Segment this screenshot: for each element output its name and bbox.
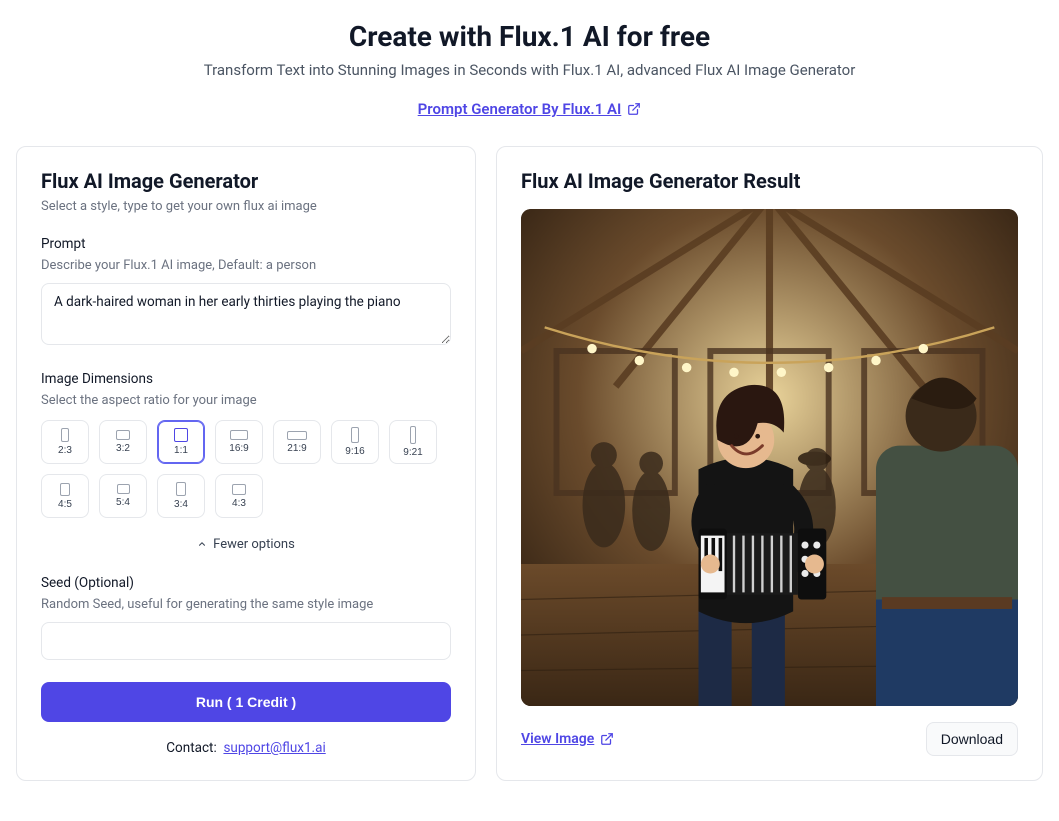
- fewer-options-toggle[interactable]: Fewer options: [197, 537, 295, 552]
- prompt-label: Prompt: [41, 236, 451, 252]
- result-title: Flux AI Image Generator Result: [521, 169, 1018, 193]
- aspect-shape-icon: [117, 484, 130, 494]
- aspect-21-9-tile[interactable]: 21:9: [273, 420, 321, 464]
- result-image: [521, 209, 1018, 706]
- aspect-label: 3:2: [116, 444, 130, 454]
- page-subtitle: Transform Text into Stunning Images in S…: [16, 61, 1043, 79]
- seed-sub: Random Seed, useful for generating the s…: [41, 597, 451, 612]
- aspect-2-3-tile[interactable]: 2:3: [41, 420, 89, 464]
- aspect-3-2-tile[interactable]: 3:2: [99, 420, 147, 464]
- aspect-shape-icon: [174, 428, 188, 442]
- aspect-16-9-tile[interactable]: 16:9: [215, 420, 263, 464]
- aspect-label: 2:3: [58, 446, 72, 456]
- prompt-sub: Describe your Flux.1 AI image, Default: …: [41, 258, 451, 273]
- aspect-label: 16:9: [229, 444, 248, 454]
- generator-title: Flux AI Image Generator: [41, 169, 451, 193]
- aspect-shape-icon: [287, 431, 307, 440]
- seed-input[interactable]: [41, 622, 451, 660]
- aspect-shape-icon: [176, 482, 186, 496]
- generator-panel: Flux AI Image Generator Select a style, …: [16, 146, 476, 781]
- aspect-label: 9:21: [403, 448, 422, 458]
- generator-desc: Select a style, type to get your own flu…: [41, 199, 451, 214]
- result-panel: Flux AI Image Generator Result: [496, 146, 1043, 781]
- aspect-1-1-tile[interactable]: 1:1: [157, 420, 205, 464]
- aspect-9-16-tile[interactable]: 9:16: [331, 420, 379, 464]
- download-button[interactable]: Download: [926, 722, 1018, 756]
- aspect-shape-icon: [230, 430, 248, 440]
- aspect-9-21-tile[interactable]: 9:21: [389, 420, 437, 464]
- external-link-icon: [600, 732, 614, 746]
- view-image-link[interactable]: View Image: [521, 731, 614, 747]
- run-button[interactable]: Run ( 1 Credit ): [41, 682, 451, 722]
- aspect-4-3-tile[interactable]: 4:3: [215, 474, 263, 518]
- aspect-label: 3:4: [174, 500, 188, 510]
- view-image-label: View Image: [521, 731, 594, 747]
- aspect-label: 4:5: [58, 500, 72, 510]
- contact-email-link[interactable]: support@flux1.ai: [223, 740, 325, 756]
- dimensions-sub: Select the aspect ratio for your image: [41, 393, 451, 408]
- contact-label: Contact:: [166, 740, 216, 756]
- prompt-generator-link-label: Prompt Generator By Flux.1 AI: [418, 100, 622, 118]
- aspect-shape-icon: [61, 428, 69, 442]
- aspect-shape-icon: [351, 427, 359, 443]
- chevron-up-icon: [197, 539, 207, 549]
- aspect-3-4-tile[interactable]: 3:4: [157, 474, 205, 518]
- contact-line: Contact: support@flux1.ai: [41, 740, 451, 756]
- prompt-input[interactable]: [41, 283, 451, 345]
- aspect-label: 1:1: [174, 446, 188, 456]
- dimensions-grid: 2:3 3:2 1:1 16:9 21:9 9:16 9:21 4:5 5:4 3:4 4:3: [41, 420, 451, 518]
- external-link-icon: [627, 102, 641, 116]
- aspect-label: 5:4: [116, 498, 130, 508]
- page-title: Create with Flux.1 AI for free: [16, 20, 1043, 53]
- aspect-label: 4:3: [232, 499, 246, 509]
- aspect-shape-icon: [410, 426, 416, 444]
- aspect-shape-icon: [116, 430, 130, 440]
- aspect-5-4-tile[interactable]: 5:4: [99, 474, 147, 518]
- prompt-generator-link[interactable]: Prompt Generator By Flux.1 AI: [418, 100, 642, 118]
- seed-label: Seed (Optional): [41, 575, 451, 591]
- dimensions-label: Image Dimensions: [41, 371, 451, 387]
- aspect-4-5-tile[interactable]: 4:5: [41, 474, 89, 518]
- fewer-options-label: Fewer options: [213, 537, 295, 552]
- aspect-label: 9:16: [345, 447, 364, 457]
- aspect-shape-icon: [60, 483, 70, 496]
- aspect-label: 21:9: [287, 444, 306, 454]
- aspect-shape-icon: [232, 484, 246, 495]
